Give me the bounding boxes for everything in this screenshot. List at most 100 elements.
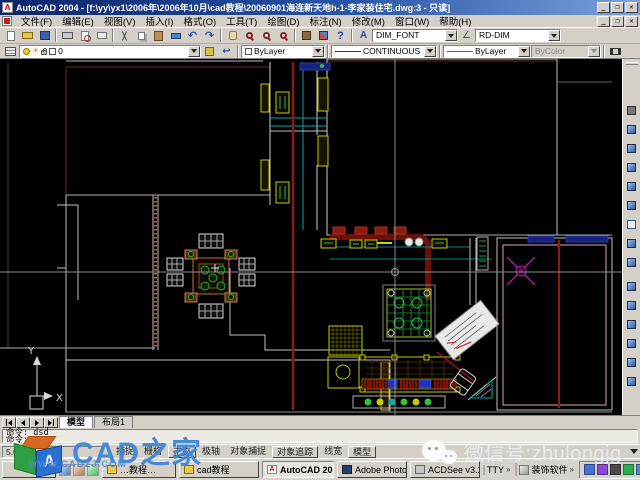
open-icon[interactable] [19, 29, 36, 43]
tray-icon[interactable] [597, 464, 608, 475]
shade-2d-wireframe-icon[interactable] [624, 141, 640, 156]
menu-tools[interactable]: 工具(T) [221, 14, 262, 28]
doc-restore-icon[interactable]: ❐ [611, 16, 624, 27]
designcenter-icon[interactable] [298, 29, 315, 43]
render-icon[interactable] [624, 103, 640, 118]
dropdown-arrow-icon[interactable] [312, 46, 324, 57]
drawing-canvas[interactable]: Y X [0, 59, 622, 415]
autocad-app-icon[interactable]: A [2, 2, 13, 13]
status-lwt[interactable]: 线宽 [320, 446, 346, 458]
lineweight-combo[interactable]: ByLayer [443, 45, 531, 58]
status-menu-arrow-icon[interactable] [630, 449, 638, 458]
status-snap[interactable]: 捕捉 [112, 446, 138, 458]
dropdown-arrow-icon[interactable] [445, 30, 457, 41]
last-tab-icon[interactable] [44, 417, 58, 428]
status-model[interactable]: 模型 [348, 446, 376, 458]
3d-zoom-icon[interactable] [624, 317, 640, 332]
status-ortho[interactable]: 正交 [168, 446, 196, 458]
linetype-combo[interactable]: CONTINUOUS [331, 45, 437, 58]
match-properties-icon[interactable] [167, 29, 184, 43]
menu-window[interactable]: 窗口(W) [390, 14, 434, 28]
layer-combo[interactable]: ☀ 0 [19, 45, 201, 58]
text-style-icon[interactable]: A [355, 29, 372, 43]
3d-clip-icon[interactable] [624, 374, 640, 389]
decor-software-band[interactable]: 装饰软件 » [515, 463, 575, 476]
start-button[interactable] [2, 461, 56, 478]
status-grid[interactable]: 栅格 [140, 446, 166, 458]
redo-icon[interactable]: ↷ [201, 29, 218, 43]
quick-launch-icon[interactable] [73, 464, 85, 476]
text-style-combo[interactable]: DIM_FONT [372, 29, 458, 42]
menu-draw[interactable]: 绘图(D) [262, 14, 304, 28]
3d-swivel-icon[interactable] [624, 336, 640, 351]
tray-icon[interactable] [584, 464, 595, 475]
publish-icon[interactable] [93, 29, 110, 43]
tab-model[interactable]: 模型 [59, 416, 93, 428]
dropdown-arrow-icon[interactable] [424, 46, 436, 57]
dim-style-combo[interactable]: RD-DIM [475, 29, 561, 42]
layer-previous-icon[interactable]: ↩ [218, 44, 235, 58]
prev-tab-icon[interactable] [16, 417, 30, 428]
task-button-cad-folder[interactable]: cad教程 [179, 461, 259, 478]
task-button-photoshop[interactable]: Adobe Photo… [337, 461, 407, 478]
next-tab-icon[interactable] [30, 417, 44, 428]
shade-3d-wireframe-icon[interactable] [624, 160, 640, 175]
zoom-realtime-icon[interactable] [241, 29, 258, 43]
tray-icon[interactable] [636, 464, 640, 475]
restore-icon[interactable]: ❐ [611, 2, 624, 13]
3d-orbit-icon[interactable] [624, 279, 640, 294]
first-tab-icon[interactable] [2, 417, 16, 428]
chevron-icon[interactable]: » [569, 465, 573, 474]
zoom-previous-icon[interactable] [275, 29, 292, 43]
tab-layout1[interactable]: 布局1 [94, 416, 133, 428]
chevron-icon[interactable]: » [506, 465, 510, 474]
tray-icon[interactable] [610, 464, 621, 475]
task-button-tutorial-folder[interactable]: …教程… [102, 461, 176, 478]
menu-edit[interactable]: 编辑(E) [57, 14, 99, 28]
menu-file[interactable]: 文件(F) [16, 14, 57, 28]
named-views-icon[interactable] [624, 236, 640, 251]
image-icon[interactable] [624, 217, 640, 232]
plot-preview-icon[interactable] [76, 29, 93, 43]
3d-pan-icon[interactable] [624, 298, 640, 313]
help-icon[interactable]: ? [332, 29, 349, 43]
cut-icon[interactable] [116, 29, 133, 43]
paste-icon[interactable] [150, 29, 167, 43]
dropdown-arrow-icon[interactable] [548, 30, 560, 41]
make-object-layer-current-icon[interactable] [201, 44, 218, 58]
3d-views-icon[interactable] [624, 122, 640, 137]
close-icon[interactable]: ✕ [625, 2, 638, 13]
layer-manager-icon[interactable] [2, 44, 19, 58]
status-osnap[interactable]: 对象捕捉 [226, 446, 270, 458]
color-combo[interactable]: ByLayer [241, 45, 325, 58]
new-icon[interactable] [2, 29, 19, 43]
menu-format[interactable]: 格式(O) [178, 14, 221, 28]
undo-icon[interactable]: ↶ [184, 29, 201, 43]
dim-style-icon[interactable]: ∠ [458, 29, 475, 43]
minimize-icon[interactable]: _ [597, 2, 610, 13]
tray-icon[interactable] [623, 464, 634, 475]
status-polar[interactable]: 极轴 [198, 446, 224, 458]
doc-close-icon[interactable]: ✕ [625, 16, 638, 27]
pan-icon[interactable] [224, 29, 241, 43]
plot-icon[interactable] [59, 29, 76, 43]
toolbar-grip[interactable] [626, 62, 638, 65]
command-text-area[interactable]: 命令: dsd 命令: [2, 429, 638, 443]
copy-icon[interactable] [133, 29, 150, 43]
dropdown-arrow-icon[interactable] [518, 46, 530, 57]
shade-hidden-icon[interactable] [624, 179, 640, 194]
language-band[interactable]: TTY » [483, 465, 512, 475]
task-button-autocad[interactable]: A AutoCAD 200… [262, 461, 334, 478]
menu-help[interactable]: 帮助(H) [434, 14, 476, 28]
menu-dimension[interactable]: 标注(N) [305, 14, 347, 28]
shade-gouraud-icon[interactable] [624, 255, 640, 270]
lineweight-settings-icon[interactable] [607, 44, 624, 58]
task-button-acdsee[interactable]: ACDSee v3.1… [410, 461, 480, 478]
save-icon[interactable] [36, 29, 53, 43]
quick-launch-icon[interactable] [59, 464, 71, 476]
tool-palettes-icon[interactable] [315, 29, 332, 43]
menu-modify[interactable]: 修改(M) [347, 14, 390, 28]
zoom-window-icon[interactable] [258, 29, 275, 43]
doc-minimize-icon[interactable]: _ [597, 16, 610, 27]
status-otrack[interactable]: 对象追踪 [272, 446, 318, 458]
